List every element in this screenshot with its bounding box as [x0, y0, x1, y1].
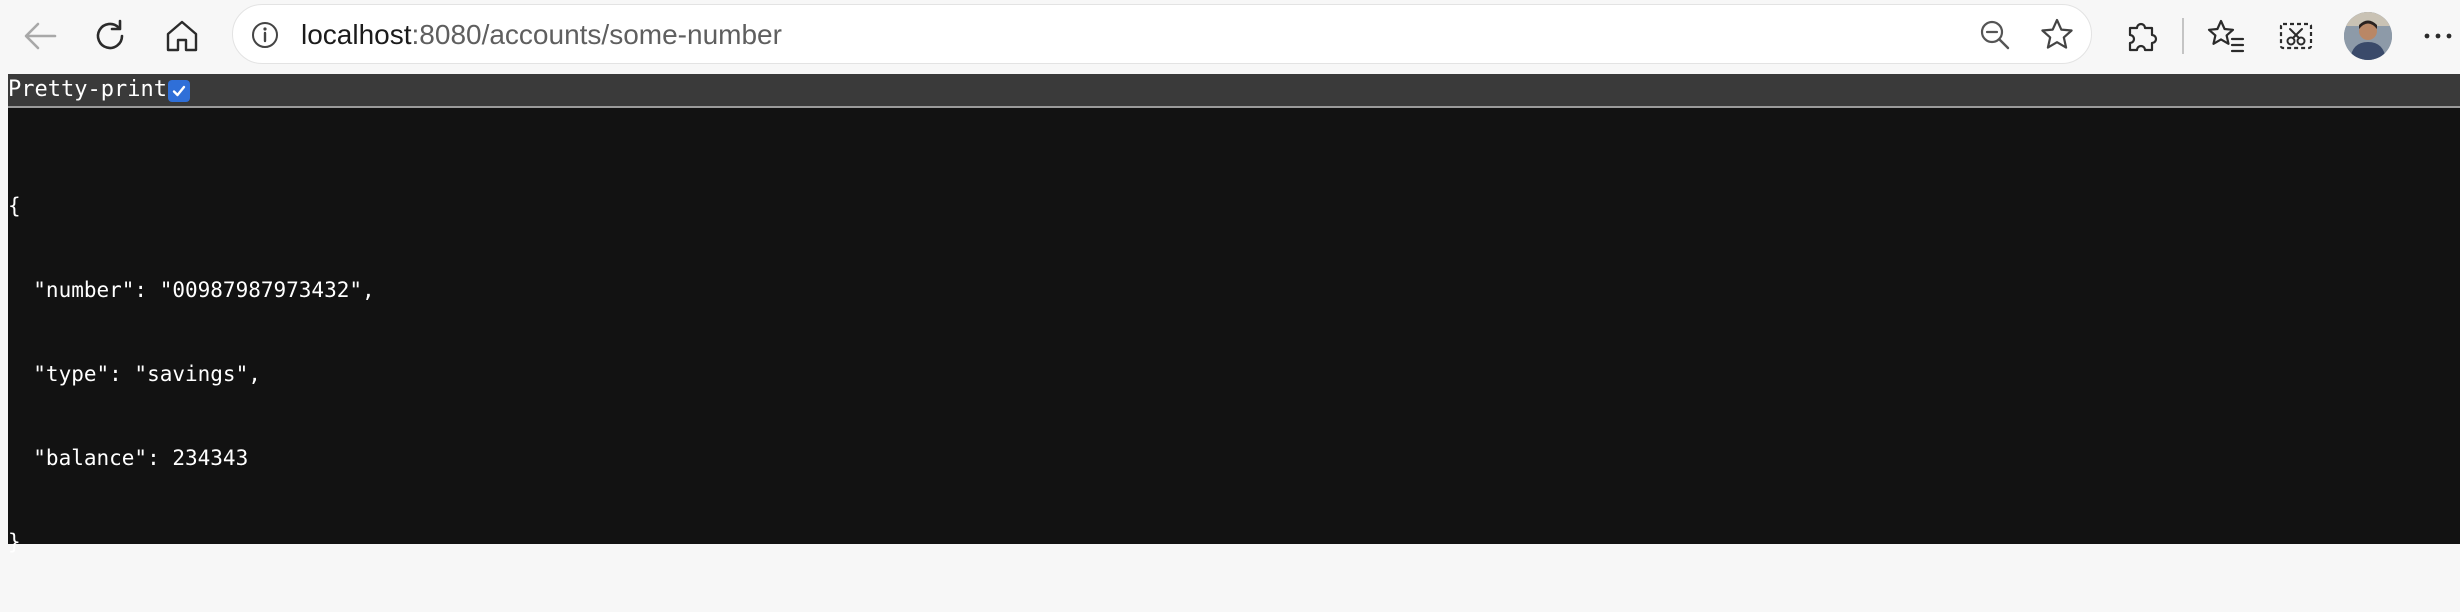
url-path: :8080/accounts/some-number [411, 19, 782, 50]
json-line: { [8, 194, 21, 218]
address-bar[interactable]: localhost:8080/accounts/some-number [232, 4, 2092, 64]
json-line: "type": "savings", [8, 362, 261, 386]
star-icon[interactable] [2039, 17, 2075, 53]
pretty-print-checkbox[interactable] [168, 80, 190, 102]
back-button[interactable] [14, 10, 66, 62]
avatar[interactable] [2344, 12, 2392, 60]
puzzle-icon [2128, 22, 2158, 52]
home-icon [166, 20, 198, 52]
page-viewport: Pretty-print { "number": "00987987973432… [8, 74, 2460, 554]
json-content: { "number": "00987987973432", "type": "s… [8, 136, 375, 612]
favorites-icon [2207, 19, 2245, 53]
url-host: localhost [301, 19, 412, 50]
url-text[interactable]: localhost:8080/accounts/some-number [301, 5, 782, 65]
web-capture-button[interactable] [2270, 10, 2322, 62]
json-line: } [8, 530, 21, 554]
extensions-button[interactable] [2116, 10, 2168, 62]
pretty-print-label: Pretty-print [8, 77, 167, 102]
more-menu-button[interactable] [2412, 10, 2460, 62]
info-icon[interactable] [249, 19, 281, 51]
pretty-print-bar: Pretty-print [8, 74, 2460, 108]
json-line: "balance": 234343 [8, 446, 249, 470]
profile-avatar-image [2344, 12, 2392, 60]
toolbar-separator [2182, 18, 2184, 54]
reload-icon [96, 19, 124, 50]
reload-button[interactable] [84, 10, 136, 62]
back-arrow-icon [24, 22, 57, 50]
zoom-out-icon[interactable] [1977, 17, 2013, 53]
browser-toolbar: localhost:8080/accounts/some-number [0, 0, 2460, 72]
web-capture-icon [2279, 22, 2313, 50]
more-icon [2424, 33, 2452, 39]
json-line: "number": "00987987973432", [8, 278, 375, 302]
favorites-button[interactable] [2200, 10, 2252, 62]
home-button[interactable] [156, 10, 208, 62]
checkmark-icon [172, 85, 186, 97]
